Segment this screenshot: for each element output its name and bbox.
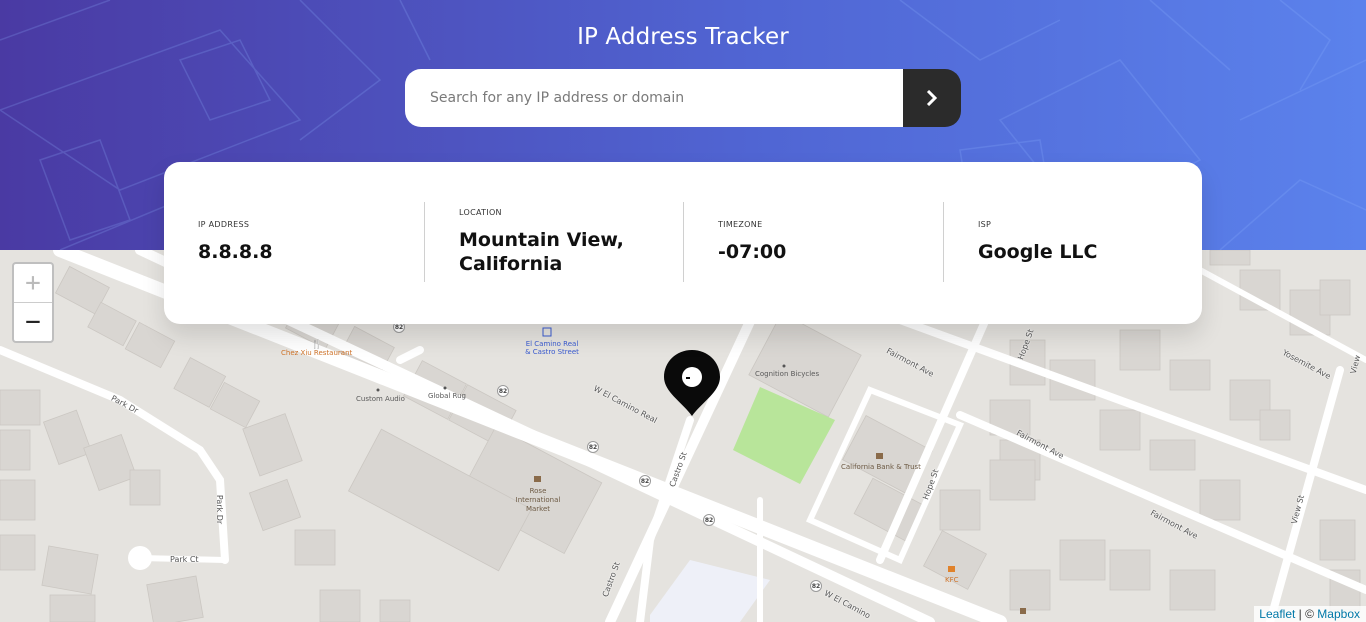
location-value: Mountain View, California [459,228,683,276]
zoom-control: + − [12,262,54,343]
timezone-value: -07:00 [718,241,787,263]
info-isp: ISP Google LLC [978,220,1178,300]
chevron-right-icon [926,90,938,106]
route-shield: 82 [703,514,715,526]
zoom-in-button[interactable]: + [14,264,52,303]
map-attribution: Leaflet | © Mapbox [1254,606,1366,622]
attribution-separator: | © [1295,607,1318,621]
ip-value: 8.8.8.8 [198,241,273,263]
location-value-line1: Mountain View, [459,229,624,251]
poi-el-camino-station[interactable]: El Camino Real & Castro Street [522,340,582,356]
info-card: IP ADDRESS 8.8.8.8 LOCATION Mountain Vie… [164,162,1202,324]
poi-rose-market[interactable]: Rose International Market [508,487,568,514]
location-marker-icon[interactable] [664,350,720,416]
info-location: LOCATION Mountain View, California [459,208,683,288]
ip-label: IP ADDRESS [198,220,250,229]
timezone-label: TIMEZONE [718,220,763,229]
page-title: IP Address Tracker [577,24,789,50]
street-park-ct: Park Ct [170,555,199,564]
poi-kfc[interactable]: KFC [945,576,959,584]
zoom-out-button[interactable]: − [14,303,52,342]
divider [424,202,425,282]
search-input[interactable] [405,69,903,127]
street-park-dr-2: Park Dr [215,494,225,525]
location-label: LOCATION [459,208,502,217]
location-value-line2: California [459,253,563,275]
isp-label: ISP [978,220,992,229]
isp-value: Google LLC [978,241,1098,263]
mapbox-link[interactable]: Mapbox [1317,607,1360,621]
submit-button[interactable] [903,69,961,127]
route-shield: 82 [497,385,509,397]
route-shield: 82 [587,441,599,453]
leaflet-link[interactable]: Leaflet [1259,607,1295,621]
info-timezone: TIMEZONE -07:00 [718,220,942,300]
info-ip: IP ADDRESS 8.8.8.8 [198,220,424,300]
route-shield: 82 [639,475,651,487]
poi-california-bank[interactable]: California Bank & Trust [841,463,921,471]
poi-cognition-bicycles[interactable]: Cognition Bicycles [755,370,819,378]
search-bar [405,69,961,127]
poi-chez-xiu[interactable]: Chez Xiu Restaurant [281,349,352,357]
poi-custom-audio[interactable]: Custom Audio [356,395,405,403]
poi-global-rug[interactable]: Global Rug [428,392,466,400]
divider [683,202,684,282]
divider [943,202,944,282]
route-shield: 82 [810,580,822,592]
